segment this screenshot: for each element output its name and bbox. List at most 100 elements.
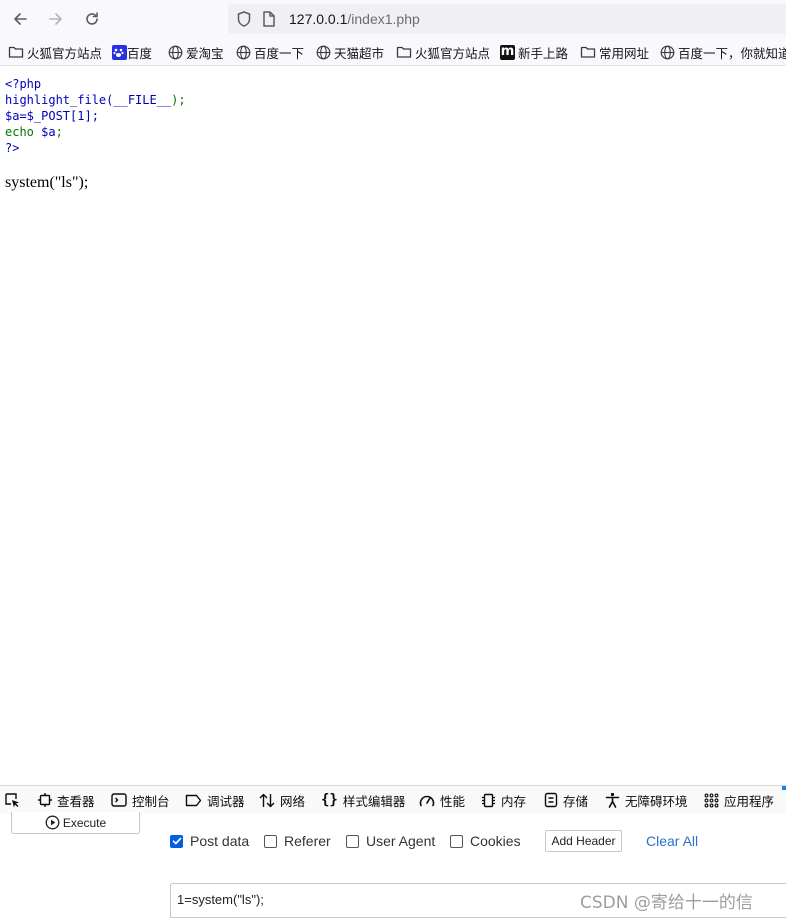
bookmark-item[interactable]: 百度 (112, 42, 152, 62)
checkmark-icon (172, 837, 181, 845)
referer-checkbox[interactable] (264, 834, 277, 848)
tab-label: 存储 (563, 793, 589, 809)
tab-label: 网络 (280, 793, 306, 809)
globe-icon (316, 45, 331, 59)
url-path: /index1.php (347, 11, 420, 27)
bookmark-label: 火狐官方站点 (27, 45, 103, 61)
clear-all-link[interactable]: Clear All (646, 832, 698, 850)
tab-label: 查看器 (57, 793, 95, 809)
cookies-checkbox[interactable] (450, 834, 463, 848)
baidu-paw-icon (112, 44, 127, 60)
user-agent-checkbox[interactable] (346, 834, 359, 848)
page-icon[interactable] (262, 10, 276, 28)
back-button[interactable] (9, 8, 31, 30)
network-icon (259, 793, 275, 807)
tab-style-editor[interactable]: {} 样式编辑器 (321, 790, 405, 810)
tab-storage[interactable]: 存储 (544, 790, 588, 810)
code-token: __FILE__ (113, 93, 172, 107)
navigation-toolbar: 127.0.0.1/index1.php (0, 0, 786, 38)
code-token: highlight_file( (5, 93, 114, 107)
watermark: CSDN @寄给十一的信 (580, 893, 753, 913)
folder-icon (8, 46, 24, 58)
tab-inspector[interactable]: 查看器 (38, 790, 95, 810)
back-arrow-icon (14, 13, 27, 25)
url-bar[interactable]: 127.0.0.1/index1.php (228, 4, 786, 34)
devtools-toolbar: 查看器 控制台 调试器 网络 {} 样式编辑器 性能 内存 存储 无障碍环境 应… (0, 786, 786, 814)
post-data-checkbox[interactable] (170, 834, 183, 848)
bookmark-label: 百度 (127, 45, 153, 61)
bookmark-item[interactable]: 百度一下 (236, 42, 304, 62)
tab-label: 内存 (501, 793, 527, 809)
code-token: ); (171, 93, 186, 107)
option-label: Referer (284, 833, 331, 849)
devtools-accent (782, 786, 786, 790)
add-header-button[interactable]: Add Header (545, 830, 622, 852)
tab-network[interactable]: 网络 (259, 790, 305, 810)
console-icon (111, 793, 127, 807)
option-label: Cookies (470, 833, 521, 849)
code-token: $a (41, 125, 56, 139)
reload-button[interactable] (81, 8, 103, 30)
element-picker-icon[interactable] (4, 792, 21, 809)
tab-performance[interactable]: 性能 (419, 790, 465, 810)
globe-icon (236, 45, 251, 59)
performance-icon (419, 795, 435, 807)
url-text[interactable]: 127.0.0.1/index1.php (289, 10, 420, 28)
folder-icon (580, 46, 596, 58)
code-token: ?> (5, 141, 20, 155)
memory-icon (482, 793, 495, 807)
option-label: User Agent (366, 833, 436, 849)
execute-label: Execute (62, 815, 107, 830)
execute-button[interactable]: Execute (11, 812, 140, 834)
bookmark-item[interactable]: 常用网址 (580, 42, 649, 62)
tab-application[interactable]: 应用程序 (704, 790, 774, 810)
reload-icon (86, 12, 98, 25)
code-token: $a=$_POST[1]; (5, 109, 99, 123)
code-line: $a=$_POST[1]; (5, 108, 186, 124)
bookmark-label: 爱淘宝 (186, 45, 224, 61)
bookmark-item[interactable]: 百度一下，你就知道 (660, 42, 786, 62)
post-data-value: 1=system("ls"); (177, 892, 264, 907)
tab-accessibility[interactable]: 无障碍环境 (605, 790, 688, 810)
play-circle-icon (45, 815, 60, 830)
bookmark-item[interactable]: 火狐官方站点 (396, 42, 490, 62)
code-token: ; (55, 125, 63, 139)
tab-console[interactable]: 控制台 (111, 790, 170, 810)
bookmark-label: 百度一下，你就知道 (678, 45, 786, 61)
accessibility-icon (605, 792, 620, 808)
bookmark-label: 百度一下 (254, 45, 305, 61)
bookmark-item[interactable]: m 新手上路 (500, 42, 568, 62)
code-line: highlight_file(__FILE__); (5, 92, 186, 108)
bookmark-label: 常用网址 (599, 45, 650, 61)
option-label: Post data (190, 833, 250, 849)
tab-label: 样式编辑器 (342, 793, 406, 809)
tab-debugger[interactable]: 调试器 (185, 790, 245, 810)
forward-arrow-icon (49, 13, 62, 25)
bookmark-item[interactable]: 天猫超市 (316, 42, 384, 62)
application-icon (704, 793, 719, 807)
option-referer[interactable]: Referer (264, 832, 331, 850)
folder-icon (396, 46, 412, 58)
bookmark-label: 新手上路 (518, 45, 569, 61)
url-host: 127.0.0.1 (289, 11, 348, 27)
page-output: system("ls"); (5, 174, 89, 191)
code-line: echo $a; (5, 124, 186, 140)
globe-icon (660, 45, 675, 59)
bookmark-label: 火狐官方站点 (415, 45, 491, 61)
storage-icon (544, 792, 558, 808)
tab-memory[interactable]: 内存 (481, 790, 526, 810)
m-logo-icon: m (500, 43, 515, 60)
code-line: <?php (5, 76, 186, 92)
forward-button[interactable] (45, 8, 67, 30)
php-source-code: <?php highlight_file(__FILE__); $a=$_POST[… (5, 76, 186, 156)
option-post-data[interactable]: Post data (170, 832, 249, 850)
option-user-agent[interactable]: User Agent (346, 832, 435, 850)
bookmark-item[interactable]: 火狐官方站点 (8, 42, 102, 62)
shield-icon[interactable] (236, 10, 252, 28)
tab-label: 性能 (440, 793, 466, 809)
option-cookies[interactable]: Cookies (450, 832, 521, 850)
bookmark-label: 天猫超市 (334, 45, 385, 61)
bookmarks-toolbar: 火狐官方站点 百度 爱淘宝 百度一下 天猫超市 火狐官方站点 m 新手上路 常用… (0, 38, 786, 66)
bookmark-item[interactable]: 爱淘宝 (168, 42, 224, 62)
code-token: echo (5, 125, 42, 139)
